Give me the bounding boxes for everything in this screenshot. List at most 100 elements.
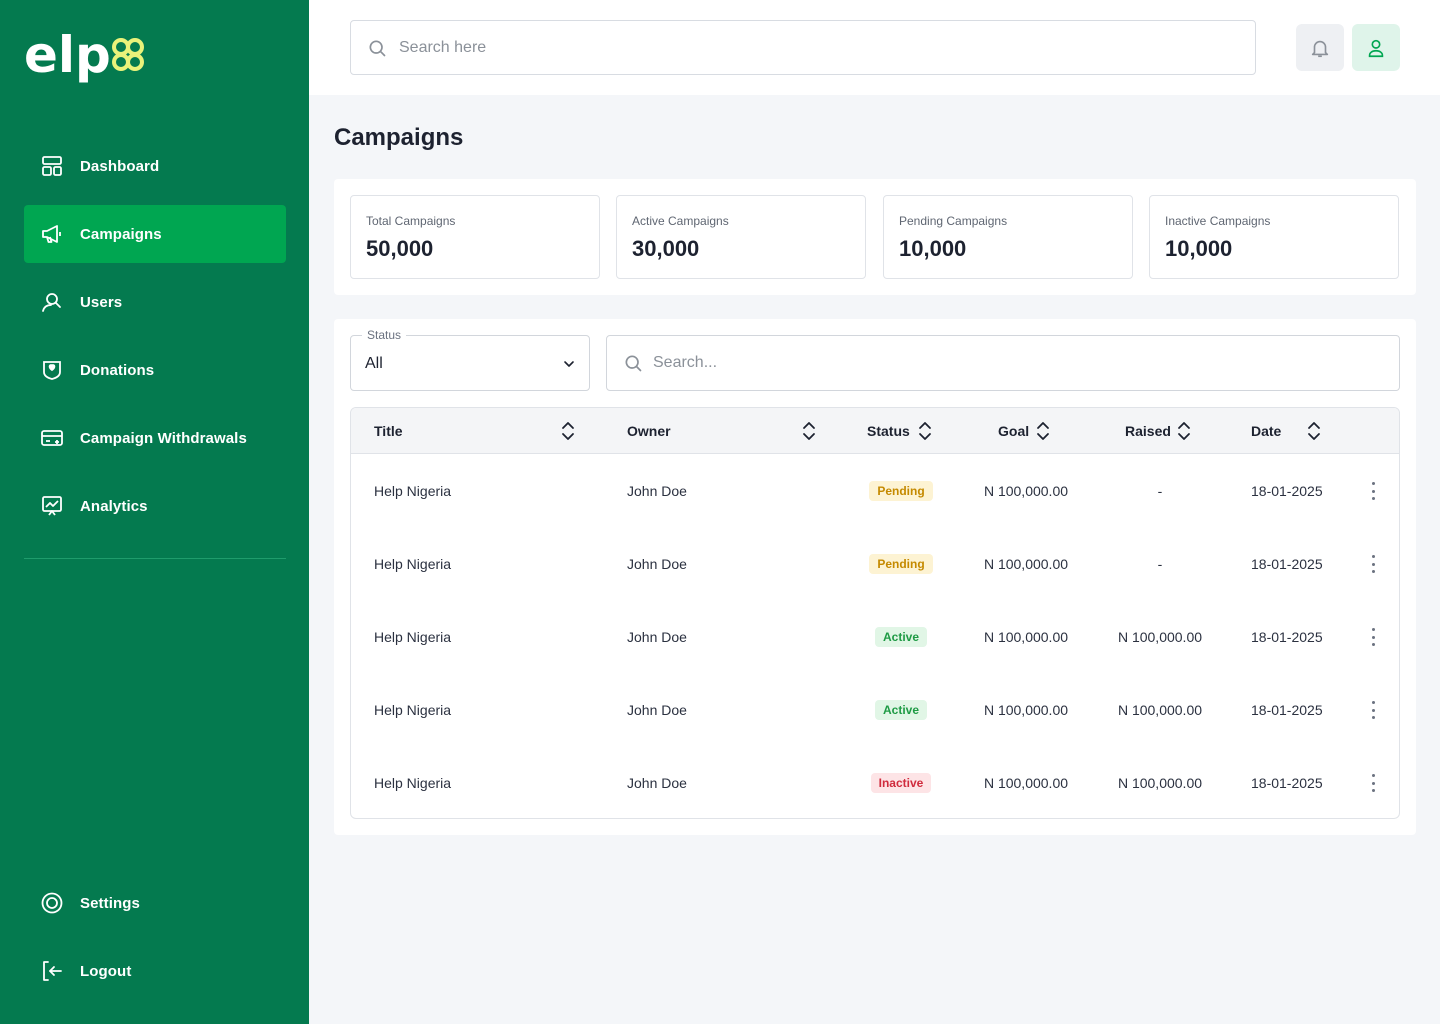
global-search-input[interactable]: Search here	[350, 20, 1256, 75]
sidebar-divider	[24, 558, 286, 559]
sort-icon	[803, 422, 815, 440]
stat-value: 30,000	[632, 236, 700, 261]
cell-goal: N 100,000.00	[983, 628, 1069, 645]
table-row[interactable]: Help Nigeria John Doe Pending N 100,000.…	[351, 454, 1399, 527]
stats-panel: Total Campaigns 50,000 Active Campaigns …	[334, 179, 1416, 295]
column-header-status[interactable]: Status	[867, 408, 910, 454]
cell-raised: N 100,000.00	[1117, 628, 1203, 645]
stat-value: 10,000	[899, 236, 967, 261]
campaigns-table: Title Owner Status Goal Raised Date Help…	[350, 407, 1400, 819]
cell-title: Help Nigeria	[374, 701, 452, 718]
status-badge: Active	[874, 626, 928, 647]
gear-icon	[40, 891, 64, 915]
cell-date: 18-01-2025	[1251, 628, 1323, 645]
cell-raised: N 100,000.00	[1117, 774, 1203, 791]
sidebar-item-dashboard[interactable]: Dashboard	[24, 137, 286, 195]
sidebar-item-settings[interactable]: Settings	[24, 874, 286, 932]
sidebar-item-campaign-withdrawals[interactable]: Campaign Withdrawals	[24, 409, 286, 467]
search-icon	[367, 38, 387, 58]
status-badge: Pending	[869, 480, 933, 501]
sidebar-item-label: Users	[80, 293, 123, 311]
table-header: Title Owner Status Goal Raised Date	[351, 408, 1399, 454]
row-actions-menu-icon[interactable]	[1363, 482, 1383, 500]
cell-owner: John Doe	[627, 482, 687, 499]
cell-raised: -	[1157, 555, 1163, 572]
global-search-placeholder: Search here	[399, 38, 487, 56]
cell-goal: N 100,000.00	[983, 482, 1069, 499]
column-header-owner[interactable]: Owner	[627, 408, 671, 454]
sidebar-item-label: Logout	[80, 962, 132, 980]
cell-owner: John Doe	[627, 774, 687, 791]
sidebar-item-users[interactable]: Users	[24, 273, 286, 331]
donation-icon	[40, 358, 64, 382]
cell-status: Pending	[851, 454, 951, 527]
search-icon	[623, 353, 643, 373]
sidebar-item-analytics[interactable]: Analytics	[24, 477, 286, 535]
stat-label: Total Campaigns	[366, 214, 456, 228]
chevron-down-icon	[564, 361, 574, 367]
row-actions-menu-icon[interactable]	[1363, 555, 1383, 573]
table-search-input[interactable]: Search...	[606, 335, 1400, 391]
dashboard-icon	[40, 154, 64, 178]
sidebar-item-donations[interactable]: Donations	[24, 341, 286, 399]
table-row[interactable]: Help Nigeria John Doe Active N 100,000.0…	[351, 673, 1399, 746]
status-badge: Pending	[869, 553, 933, 574]
sort-icon	[562, 422, 574, 440]
column-header-title[interactable]: Title	[374, 408, 403, 454]
cell-owner: John Doe	[627, 628, 687, 645]
cell-date: 18-01-2025	[1251, 774, 1323, 791]
row-actions-menu-icon[interactable]	[1363, 701, 1383, 719]
cell-goal: N 100,000.00	[983, 774, 1069, 791]
cell-title: Help Nigeria	[374, 555, 452, 572]
stat-label: Active Campaigns	[632, 214, 729, 228]
status-filter-legend: Status	[362, 328, 407, 342]
logo-text: elp	[24, 26, 111, 84]
cell-date: 18-01-2025	[1251, 701, 1323, 718]
sidebar-item-label: Settings	[80, 894, 140, 912]
cell-goal: N 100,000.00	[983, 555, 1069, 572]
cell-status: Active	[851, 673, 951, 746]
cell-date: 18-01-2025	[1251, 555, 1323, 572]
sidebar-item-logout[interactable]: Logout	[24, 942, 286, 1000]
sidebar-item-campaigns[interactable]: Campaigns	[24, 205, 286, 263]
stat-label: Pending Campaigns	[899, 214, 1008, 228]
stat-card-inactive: Inactive Campaigns 10,000	[1149, 195, 1399, 279]
table-row[interactable]: Help Nigeria John Doe Inactive N 100,000…	[351, 746, 1399, 818]
row-actions-menu-icon[interactable]	[1363, 774, 1383, 792]
status-badge: Active	[874, 699, 928, 720]
logout-icon	[40, 959, 64, 983]
column-header-raised[interactable]: Raised	[1125, 408, 1171, 454]
sidebar-item-label: Donations	[80, 361, 155, 379]
cell-owner: John Doe	[627, 701, 687, 718]
cell-goal: N 100,000.00	[983, 701, 1069, 718]
profile-button[interactable]	[1352, 24, 1400, 71]
sidebar-item-label: Analytics	[80, 497, 148, 515]
sort-icon	[1037, 422, 1049, 440]
status-filter-select[interactable]: Status All	[350, 328, 590, 391]
sidebar-item-label: Dashboard	[80, 157, 160, 175]
cell-status: Pending	[851, 527, 951, 600]
table-search-placeholder: Search...	[653, 354, 718, 371]
table-row[interactable]: Help Nigeria John Doe Pending N 100,000.…	[351, 527, 1399, 600]
row-actions-menu-icon[interactable]	[1363, 628, 1383, 646]
analytics-icon	[40, 494, 64, 518]
elp-logo[interactable]: elp	[24, 24, 148, 88]
stat-label: Inactive Campaigns	[1165, 214, 1271, 228]
cell-date: 18-01-2025	[1251, 482, 1323, 499]
cell-raised: -	[1157, 482, 1163, 499]
table-row[interactable]: Help Nigeria John Doe Active N 100,000.0…	[351, 600, 1399, 673]
stat-card-total: Total Campaigns 50,000	[350, 195, 600, 279]
cell-status: Inactive	[851, 746, 951, 818]
stat-value: 10,000	[1165, 236, 1233, 261]
column-header-goal[interactable]: Goal	[998, 408, 1029, 454]
cell-owner: John Doe	[627, 555, 687, 572]
notifications-button[interactable]	[1296, 24, 1344, 71]
stat-card-active: Active Campaigns 30,000	[616, 195, 866, 279]
cell-title: Help Nigeria	[374, 482, 452, 499]
column-header-date[interactable]: Date	[1251, 408, 1281, 454]
status-badge: Inactive	[870, 772, 932, 793]
cell-status: Active	[851, 600, 951, 673]
users-icon	[40, 290, 64, 314]
cell-raised: N 100,000.00	[1117, 701, 1203, 718]
sidebar: elp Dashboard Campaigns Users Donations …	[0, 0, 309, 1024]
